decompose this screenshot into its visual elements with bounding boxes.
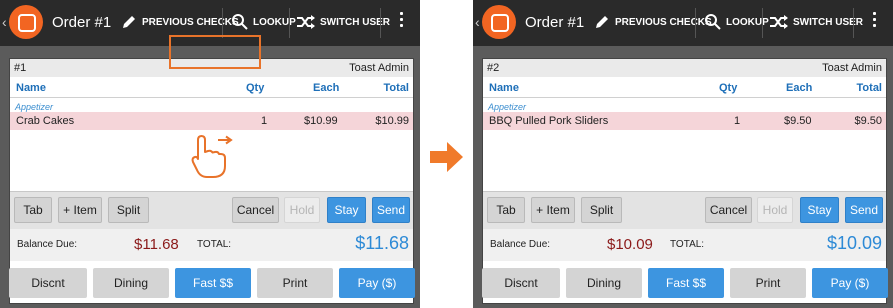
device-after: ‹ Order #1 PREVIOUS CHECKS LOOKUP SWITCH…	[473, 0, 893, 308]
magnifier-icon	[232, 14, 248, 30]
order-title: Order #1	[52, 14, 112, 31]
total-amount: $11.68	[355, 233, 409, 253]
action-bar: Tab + Item Split Cancel Hold Stay Send	[483, 191, 886, 229]
split-button[interactable]: Split	[108, 197, 149, 223]
print-button[interactable]: Print	[257, 268, 333, 298]
balance-row: Balance Due: $11.68 TOTAL: $11.68	[10, 229, 413, 261]
print-button[interactable]: Print	[730, 268, 806, 298]
toast-logo-icon	[9, 5, 43, 39]
discount-button[interactable]: Discnt	[482, 268, 560, 298]
back-chevron-icon[interactable]: ‹	[475, 14, 480, 30]
item-qty: 1	[261, 115, 268, 127]
check-header: #2 Toast Admin	[483, 59, 886, 77]
balance-due-label: Balance Due:	[17, 239, 78, 250]
stay-button[interactable]: Stay	[800, 197, 839, 223]
cancel-button[interactable]: Cancel	[705, 197, 752, 223]
col-total: Total	[856, 82, 882, 94]
toast-logo-icon	[482, 5, 516, 39]
col-qty: Qty	[719, 82, 738, 94]
kebab-menu-icon[interactable]	[400, 12, 404, 30]
server-name: Toast Admin	[349, 62, 409, 74]
lookup-button[interactable]: LOOKUP	[231, 12, 296, 32]
total-amount: $10.09	[826, 233, 882, 253]
balance-due-label: Balance Due:	[490, 239, 551, 250]
switch-user-button[interactable]: SWITCH USER	[769, 12, 863, 32]
col-each: Each	[786, 82, 813, 94]
hold-button[interactable]: Hold	[284, 197, 320, 223]
item-total: $9.50	[854, 115, 882, 127]
total-label: TOTAL:	[197, 239, 232, 250]
total-label: TOTAL:	[670, 239, 705, 250]
device-before: ‹ Order #1 PREVIOUS CHECKS LOOKUP SWITCH…	[0, 0, 420, 308]
split-button[interactable]: Split	[581, 197, 622, 223]
item-name: BBQ Pulled Pork Sliders	[489, 115, 609, 127]
item-name: Crab Cakes	[16, 115, 75, 127]
order-title: Order #1	[525, 14, 585, 31]
top-toolbar: ‹ Order #1 PREVIOUS CHECKS LOOKUP SWITCH…	[473, 0, 893, 46]
server-name: Toast Admin	[822, 62, 882, 74]
col-name: Name	[489, 82, 519, 94]
col-each: Each	[313, 82, 340, 94]
column-headers: Name Qty Each Total	[483, 80, 886, 96]
tab-button[interactable]: Tab	[14, 197, 52, 223]
add-item-button[interactable]: + Item	[58, 197, 102, 223]
col-total: Total	[383, 82, 409, 94]
check-number: #1	[14, 62, 27, 74]
item-each: $9.50	[784, 115, 812, 127]
pay-button[interactable]: Pay ($)	[339, 268, 415, 298]
balance-due-amount: $10.09	[607, 236, 653, 253]
shuffle-icon	[297, 15, 315, 29]
hold-button[interactable]: Hold	[757, 197, 793, 223]
previous-checks-label: PREVIOUS CHECKS	[142, 16, 239, 28]
item-qty: 1	[734, 115, 741, 127]
magnifier-icon	[705, 14, 721, 30]
bottom-bar: Discnt Dining Fast $$ Print Pay ($)	[0, 264, 420, 304]
back-chevron-icon[interactable]: ‹	[2, 14, 7, 30]
swipe-hand-icon	[191, 135, 233, 178]
dining-button[interactable]: Dining	[566, 268, 642, 298]
fast-cash-button[interactable]: Fast $$	[175, 268, 251, 298]
bottom-bar: Discnt Dining Fast $$ Print Pay ($)	[473, 264, 893, 304]
balance-due-amount: $11.68	[134, 236, 179, 253]
col-name: Name	[16, 82, 46, 94]
switch-user-button[interactable]: SWITCH USER	[296, 12, 390, 32]
check-number: #2	[487, 62, 500, 74]
kebab-menu-icon[interactable]	[873, 12, 877, 30]
right-arrow-icon	[430, 142, 463, 172]
dining-button[interactable]: Dining	[93, 268, 169, 298]
fast-cash-button[interactable]: Fast $$	[648, 268, 724, 298]
column-headers: Name Qty Each Total	[10, 80, 413, 96]
group-label: Appetizer	[15, 102, 54, 112]
send-button[interactable]: Send	[372, 197, 410, 223]
stay-button[interactable]: Stay	[327, 197, 366, 223]
add-item-button[interactable]: + Item	[531, 197, 575, 223]
pencil-icon	[123, 16, 135, 28]
group-label: Appetizer	[488, 102, 527, 112]
send-button[interactable]: Send	[845, 197, 883, 223]
discount-button[interactable]: Discnt	[9, 268, 87, 298]
action-bar: Tab + Item Split Cancel Hold Stay Send	[10, 191, 413, 229]
pager-highlight	[169, 35, 261, 69]
previous-checks-button[interactable]: PREVIOUS CHECKS	[593, 12, 712, 32]
tab-button[interactable]: Tab	[487, 197, 525, 223]
check-pager	[663, 48, 707, 61]
pencil-icon	[596, 16, 608, 28]
item-each: $10.99	[304, 115, 338, 127]
pay-button[interactable]: Pay ($)	[812, 268, 888, 298]
lookup-button[interactable]: LOOKUP	[704, 12, 769, 32]
previous-checks-label: PREVIOUS CHECKS	[615, 16, 712, 28]
shuffle-icon	[770, 15, 788, 29]
previous-checks-button[interactable]: PREVIOUS CHECKS	[120, 12, 239, 32]
list-item[interactable]: Crab Cakes 1 $10.99 $10.99	[10, 112, 413, 130]
cancel-button[interactable]: Cancel	[232, 197, 279, 223]
item-total: $10.99	[375, 115, 409, 127]
col-qty: Qty	[246, 82, 265, 94]
balance-row: Balance Due: $10.09 TOTAL: $10.09	[483, 229, 886, 261]
list-item[interactable]: BBQ Pulled Pork Sliders 1 $9.50 $9.50	[483, 112, 886, 130]
